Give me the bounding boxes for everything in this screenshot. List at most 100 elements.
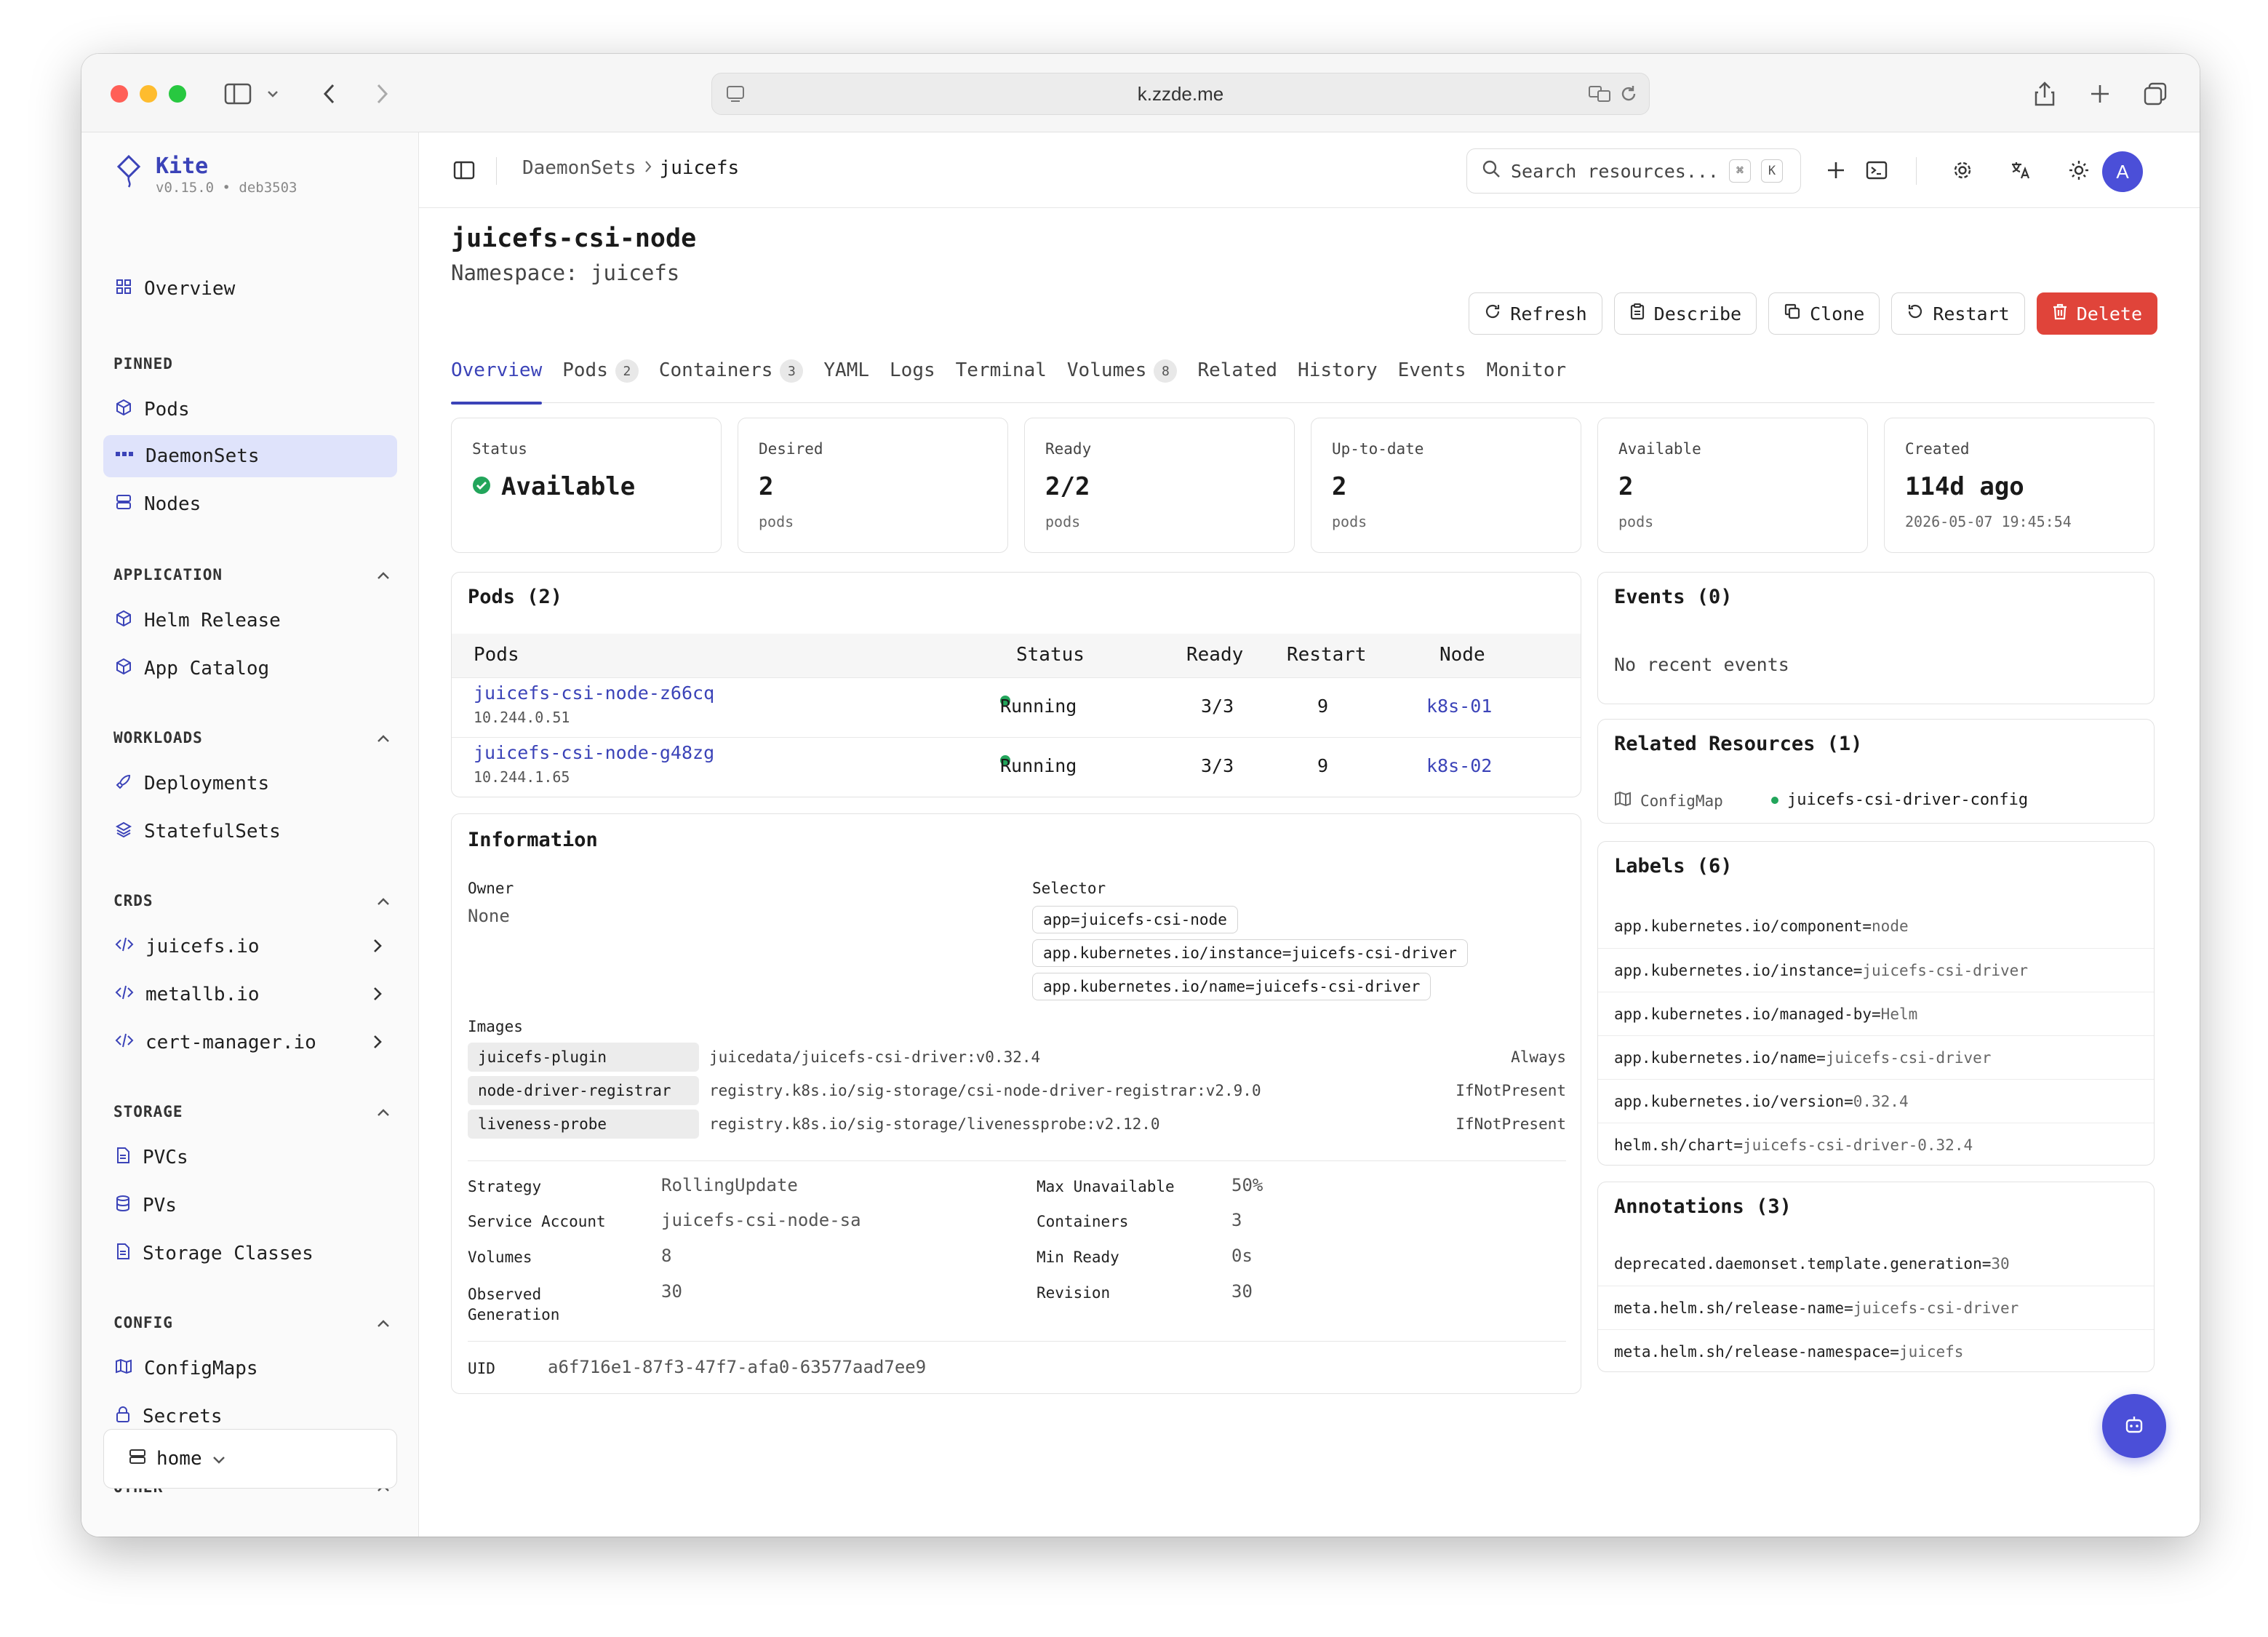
tab-related[interactable]: Related (1197, 359, 1277, 403)
sidebar-item-label: App Catalog (144, 658, 270, 680)
tab-overview-icon[interactable] (2140, 79, 2171, 109)
button-label: Delete (2076, 303, 2142, 324)
related-resource-link[interactable]: juicefs-csi-driver-config (1771, 791, 2028, 809)
plus-icon[interactable] (1820, 154, 1852, 186)
pods-card: Pods (2) Pods Status Ready Restart Node … (451, 572, 1581, 797)
tab-volumes[interactable]: Volumes 8 (1067, 359, 1178, 403)
image-ref: registry.k8s.io/sig-storage/csi-node-dri… (709, 1082, 1261, 1099)
sun-icon[interactable] (2063, 154, 2095, 186)
sidebar-item-statefulsets[interactable]: StatefulSets (103, 810, 397, 853)
sidebar-item-metallb-io[interactable]: metallb.io (103, 973, 397, 1016)
restart-button[interactable]: Restart (1891, 292, 2025, 335)
chevron-up-icon[interactable] (377, 1103, 390, 1120)
avatar[interactable]: A (2102, 151, 2143, 192)
clone-button[interactable]: Clone (1768, 292, 1880, 335)
sidebar-item-pvs[interactable]: PVs (103, 1184, 397, 1227)
sidebar-item-cert-manager-io[interactable]: cert-manager.io (103, 1021, 397, 1064)
table-row: juicefs-csi-node-g48zg 10.244.1.65 Runni… (452, 737, 1581, 797)
table-row: juicefs-csi-node-z66cq 10.244.0.51 Runni… (452, 677, 1581, 737)
sidebar-item-overview[interactable]: Overview (103, 268, 397, 310)
terminal-icon[interactable] (1861, 154, 1893, 186)
breadcrumb-daemonsets[interactable]: DaemonSets (522, 157, 636, 179)
pod-restart: 9 (1317, 696, 1329, 717)
brand[interactable]: Kite v0.15.0 • deb3503 (115, 154, 297, 196)
new-tab-icon[interactable] (2085, 79, 2115, 109)
tab-containers[interactable]: Containers 3 (659, 359, 804, 403)
delete-button[interactable]: Delete (2036, 292, 2157, 335)
sidebar-item-configmaps[interactable]: ConfigMaps (103, 1347, 397, 1390)
close-window-button[interactable] (111, 85, 128, 103)
sidebar-item-nodes[interactable]: Nodes (103, 483, 397, 525)
ai-assistant-button[interactable] (2102, 1394, 2166, 1458)
language-icon[interactable] (2005, 154, 2037, 186)
section-application[interactable]: APPLICATION (113, 566, 390, 583)
section-storage[interactable]: STORAGE (113, 1103, 390, 1120)
chevron-up-icon[interactable] (377, 729, 390, 746)
address-bar[interactable]: k.zzde.me (711, 73, 1650, 115)
tab-pods[interactable]: Pods 2 (562, 359, 639, 403)
label-item: app.kubernetes.io/version = 0.32.4 (1598, 1079, 2154, 1123)
chevron-right-icon[interactable] (372, 937, 383, 959)
pod-ip: 10.244.1.65 (474, 768, 570, 786)
sidebar-item-helm-release[interactable]: Helm Release (103, 600, 397, 642)
sidebar-toggle-icon[interactable] (223, 79, 253, 109)
sidebar-item-label: StatefulSets (144, 821, 281, 843)
back-icon[interactable] (314, 79, 345, 109)
tab-overview[interactable]: Overview (451, 359, 543, 405)
section-crds[interactable]: CRDS (113, 892, 390, 909)
minimize-window-button[interactable] (140, 85, 157, 103)
node-link[interactable]: k8s-01 (1426, 696, 1492, 717)
section-workloads[interactable]: WORKLOADS (113, 729, 390, 746)
sidebar-item-pvcs[interactable]: PVCs (103, 1136, 397, 1179)
pod-link[interactable]: juicefs-csi-node-z66cq (474, 682, 714, 704)
reload-icon[interactable] (1618, 84, 1639, 109)
zoom-window-button[interactable] (169, 85, 186, 103)
cluster-name: home (156, 1448, 202, 1470)
chevron-right-icon[interactable] (372, 1033, 383, 1055)
container-name: node-driver-registrar (468, 1076, 699, 1105)
pull-policy: IfNotPresent (1456, 1082, 1566, 1099)
chevron-right-icon[interactable] (372, 985, 383, 1007)
map-icon (115, 1358, 132, 1380)
page-icon (725, 84, 746, 109)
sidebar-item-label: ConfigMaps (144, 1358, 258, 1379)
chevron-up-icon[interactable] (377, 566, 390, 583)
section-config[interactable]: CONFIG (113, 1314, 390, 1331)
toggle-sidebar-icon[interactable] (448, 154, 480, 186)
chevron-down-icon[interactable] (262, 79, 284, 109)
chevron-up-icon[interactable] (377, 1314, 390, 1331)
sidebar-item-app-catalog[interactable]: App Catalog (103, 648, 397, 690)
volumes-link[interactable]: 8 (661, 1246, 671, 1266)
divider (468, 1160, 1566, 1161)
tab-logs[interactable]: Logs (890, 359, 935, 403)
forward-icon[interactable] (367, 79, 397, 109)
chevron-up-icon[interactable] (377, 892, 390, 909)
cube-icon (115, 658, 132, 680)
sidebar-item-juicefs-io[interactable]: juicefs.io (103, 925, 397, 968)
refresh-button[interactable]: Refresh (1469, 292, 1602, 335)
code-icon (115, 936, 134, 958)
pod-restart: 9 (1317, 755, 1329, 776)
label-item: app.kubernetes.io/name = juicefs-csi-drive… (1598, 1035, 2154, 1079)
sidebar-item-daemonsets[interactable]: DaemonSets (103, 435, 397, 477)
translate-icon[interactable] (1588, 84, 1611, 109)
node-link[interactable]: k8s-02 (1426, 755, 1492, 776)
tab-history[interactable]: History (1298, 359, 1378, 403)
sidebar-item-deployments[interactable]: Deployments (103, 762, 397, 805)
pod-link[interactable]: juicefs-csi-node-g48zg (474, 742, 714, 763)
gear-icon[interactable] (1946, 154, 1978, 186)
tab-events[interactable]: Events (1398, 359, 1466, 403)
share-icon[interactable] (2029, 79, 2060, 109)
sidebar-item-label: cert-manager.io (145, 1032, 316, 1054)
search-input[interactable]: Search resources... ⌘ K (1466, 148, 1801, 194)
sidebar-item-storage-classes[interactable]: Storage Classes (103, 1232, 397, 1275)
cluster-selector[interactable]: home (103, 1429, 397, 1489)
tab-bar: Overview Pods 2 Containers 3 YAML Logs Ter… (451, 359, 2155, 405)
tab-terminal[interactable]: Terminal (956, 359, 1047, 403)
sidebar-item-pods[interactable]: Pods (103, 389, 397, 431)
sidebar-item-label: Pods (144, 399, 190, 421)
tab-yaml[interactable]: YAML (823, 359, 869, 403)
tab-monitor[interactable]: Monitor (1487, 359, 1567, 403)
label-item: helm.sh/chart = juicefs-csi-driver-0.32.4 (1598, 1123, 2154, 1166)
describe-button[interactable]: Describe (1613, 292, 1757, 335)
